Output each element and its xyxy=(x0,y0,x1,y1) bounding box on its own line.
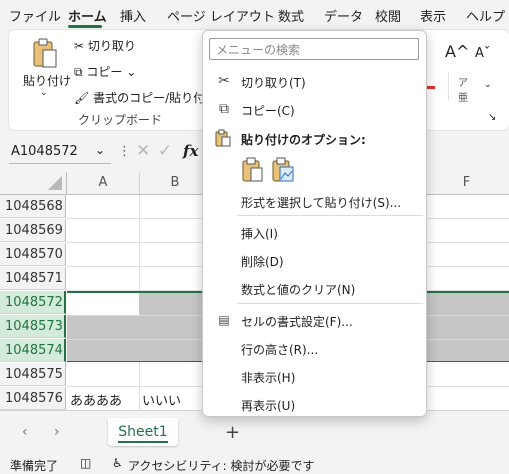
status-ready: 準備完了 xyxy=(10,459,59,473)
sheet-tab-label: Sheet1 xyxy=(118,424,168,443)
menu-separator xyxy=(237,303,423,304)
menu-item-label: 切り取り(T) xyxy=(241,76,306,90)
sheet-tab-sheet1[interactable]: Sheet1 xyxy=(108,418,178,446)
copy-button[interactable]: ⧉ コピー ⌄ xyxy=(74,63,136,80)
paste-option-paste-icon[interactable] xyxy=(241,157,265,183)
menu-item-label: セルの書式設定(F)... xyxy=(241,315,353,329)
format-painter-label: 書式のコピー/貼り付け xyxy=(93,91,202,105)
menu-item-label: 数式と値のクリア(N) xyxy=(241,283,356,297)
row-header-selected[interactable]: 1048574 xyxy=(0,339,66,362)
brush-icon: 🖌 xyxy=(74,91,90,105)
menu-item-label: コピー(C) xyxy=(241,104,295,118)
scroll-right-icon[interactable]: › xyxy=(54,424,60,440)
active-cell[interactable] xyxy=(67,293,139,315)
group-clipboard-label: クリップボード xyxy=(78,113,163,127)
cut-label: 切り取り xyxy=(87,39,136,53)
paste-option-picture-icon[interactable] xyxy=(271,157,295,183)
dialog-launcher-icon[interactable]: ↘ xyxy=(488,112,496,123)
group-divider xyxy=(448,72,449,100)
menu-item-label: 行の高さ(R)... xyxy=(241,343,319,357)
paste-label[interactable]: 貼り付け xyxy=(23,72,71,89)
row-header[interactable]: 1048568 xyxy=(0,195,66,218)
row-header[interactable]: 1048569 xyxy=(0,219,66,242)
tab-file[interactable]: ファイル xyxy=(9,6,61,25)
column-header-a[interactable]: A xyxy=(67,172,140,195)
row-header[interactable]: 1048570 xyxy=(0,243,66,266)
tab-data[interactable]: データ xyxy=(324,6,363,25)
cell-b1048576[interactable]: いいい xyxy=(142,390,181,409)
menu-item-label: 削除(D) xyxy=(241,255,284,269)
tab-page-layout[interactable]: ページ レイアウト xyxy=(167,6,275,25)
font-color-bar-icon[interactable] xyxy=(427,86,435,89)
select-all-corner[interactable] xyxy=(0,172,67,195)
cut-button[interactable]: ✂ 切り取り xyxy=(74,37,136,54)
format-cells-icon: ▤ xyxy=(218,313,230,327)
tab-help[interactable]: ヘルプ xyxy=(466,6,505,25)
format-painter-button[interactable]: 🖌 書式のコピー/貼り付け xyxy=(74,89,202,106)
font-grow-icon[interactable]: A^ xyxy=(445,42,469,61)
copy-icon: ⧉ xyxy=(74,65,83,79)
tab-insert[interactable]: 挿入 xyxy=(120,6,146,25)
tab-home[interactable]: ホーム xyxy=(68,6,107,25)
font-shrink-icon[interactable]: Aˇ xyxy=(475,46,490,61)
chevron-down-icon[interactable]: ⌄ xyxy=(484,80,492,90)
scissors-icon: ✂ xyxy=(218,73,230,89)
menu-item-paste-special[interactable]: 形式を選択して貼り付け(S)... xyxy=(203,188,426,214)
tab-formulas[interactable]: 数式 xyxy=(278,6,304,25)
add-sheet-button[interactable]: + xyxy=(225,422,240,443)
paste-icon xyxy=(215,129,233,147)
row-header[interactable]: 1048571 xyxy=(0,267,66,290)
scroll-left-icon[interactable]: ‹ xyxy=(22,424,28,440)
row-header[interactable]: 1048576 xyxy=(0,387,66,410)
insert-function-icon[interactable]: fx xyxy=(183,142,198,160)
menu-item-format-cells[interactable]: ▤ セルの書式設定(F)... xyxy=(203,307,426,333)
menu-item-label: 形式を選択して貼り付け(S)... xyxy=(241,196,402,210)
menu-item-label: 非表示(H) xyxy=(241,371,296,385)
tab-review[interactable]: 校閲 xyxy=(375,6,401,25)
menu-item-hide[interactable]: 非表示(H) xyxy=(203,363,426,389)
check-icon[interactable]: ✓ xyxy=(158,141,172,161)
menu-search-input[interactable]: メニューの検索 xyxy=(209,38,419,60)
name-box-value: A1048572 xyxy=(11,144,78,159)
paste-dropdown-chevron-icon[interactable]: ⌄ xyxy=(40,88,48,98)
column-header-b[interactable]: B xyxy=(140,172,211,195)
row-header-selected[interactable]: 1048573 xyxy=(0,315,66,338)
menu-item-unhide[interactable]: 再表示(U) xyxy=(203,391,426,417)
menu-item-label: 再表示(U) xyxy=(241,399,296,413)
cancel-icon[interactable]: ✕ xyxy=(136,141,150,161)
menu-item-delete[interactable]: 削除(D) xyxy=(203,247,426,273)
copy-icon: ⧉ xyxy=(219,101,229,117)
chevron-down-icon: ⌄ xyxy=(126,65,137,79)
scissors-icon: ✂ xyxy=(74,39,85,53)
macro-record-icon[interactable]: ◫ xyxy=(80,456,91,470)
paste-options-heading: 貼り付けのオプション: xyxy=(241,133,366,147)
active-tab-indicator xyxy=(68,25,102,28)
column-header-f[interactable]: F xyxy=(424,172,509,195)
tab-view[interactable]: 表示 xyxy=(420,6,446,25)
more-icon[interactable]: ⋮ xyxy=(118,144,131,159)
menu-item-cut[interactable]: ✂ 切り取り(T) xyxy=(203,68,426,94)
accessibility-status[interactable]: アクセシビリティ: 検討が必要です xyxy=(128,457,315,474)
copy-label: コピー xyxy=(86,65,123,79)
phonetic-guide-icon[interactable]: ア亜 xyxy=(458,74,468,104)
menu-item-label: 挿入(I) xyxy=(241,227,278,241)
row-header-selected[interactable]: 1048572 xyxy=(0,291,66,314)
menu-item-insert[interactable]: 挿入(I) xyxy=(203,219,426,245)
menu-separator xyxy=(237,215,423,216)
cell-a1048576[interactable]: ああああ xyxy=(70,390,122,409)
menu-item-copy[interactable]: ⧉ コピー(C) xyxy=(203,96,426,122)
paste-icon[interactable] xyxy=(31,37,59,69)
chevron-down-icon[interactable]: ⌄ xyxy=(95,143,105,157)
menu-item-clear-contents[interactable]: 数式と値のクリア(N) xyxy=(203,275,426,301)
name-box[interactable]: A1048572 ⌄ xyxy=(9,141,111,164)
menu-item-row-height[interactable]: 行の高さ(R)... xyxy=(203,335,426,361)
row-header[interactable]: 1048575 xyxy=(0,363,66,386)
accessibility-icon[interactable]: ♿ xyxy=(112,456,123,470)
context-menu: メニューの検索 ✂ 切り取り(T) ⧉ コピー(C) 貼り付けのオプション: 形… xyxy=(202,30,427,417)
